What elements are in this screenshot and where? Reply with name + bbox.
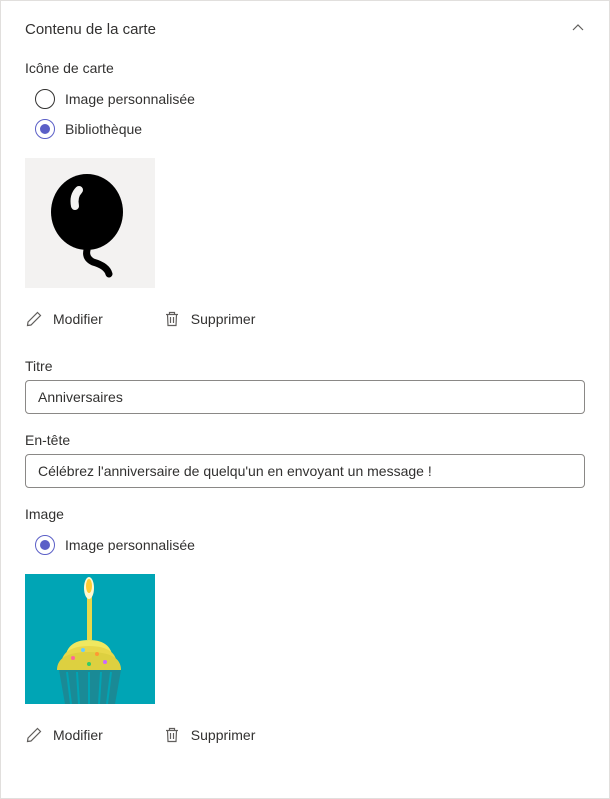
radio-circle-selected <box>35 119 55 139</box>
image-section: Image Image personnalisée <box>25 506 585 744</box>
image-label: Image <box>25 506 585 522</box>
pencil-icon <box>25 726 43 744</box>
radio-library[interactable]: Bibliothèque <box>35 114 585 144</box>
edit-icon-button[interactable]: Modifier <box>25 310 103 328</box>
card-content-panel: Contenu de la carte Icône de carte Image… <box>0 0 610 799</box>
radio-label-custom: Image personnalisée <box>65 91 195 107</box>
pencil-icon <box>25 310 43 328</box>
header-input[interactable] <box>25 454 585 488</box>
delete-image-button[interactable]: Supprimer <box>163 726 256 744</box>
panel-header: Contenu de la carte <box>25 21 585 38</box>
trash-icon <box>163 726 181 744</box>
title-label: Titre <box>25 358 585 374</box>
radio-circle <box>35 89 55 109</box>
balloon-icon <box>35 168 145 278</box>
image-preview <box>25 574 155 704</box>
title-field-group: Titre <box>25 358 585 414</box>
radio-label-library: Bibliothèque <box>65 121 142 137</box>
radio-dot <box>40 540 50 550</box>
edit-image-button[interactable]: Modifier <box>25 726 103 744</box>
card-icon-radio-group: Image personnalisée Bibliothèque <box>25 84 585 144</box>
delete-label: Supprimer <box>191 311 256 327</box>
radio-image-custom[interactable]: Image personnalisée <box>35 530 585 560</box>
cupcake-image <box>25 574 155 704</box>
image-radio-group: Image personnalisée <box>25 530 585 560</box>
title-input[interactable] <box>25 380 585 414</box>
card-icon-label: Icône de carte <box>25 60 585 76</box>
header-field-group: En-tête <box>25 432 585 488</box>
edit-label: Modifier <box>53 727 103 743</box>
header-label: En-tête <box>25 432 585 448</box>
panel-title: Contenu de la carte <box>25 21 156 38</box>
chevron-up-icon[interactable] <box>571 21 585 38</box>
icon-preview <box>25 158 155 288</box>
icon-action-row: Modifier Supprimer <box>25 310 585 328</box>
delete-icon-button[interactable]: Supprimer <box>163 310 256 328</box>
trash-icon <box>163 310 181 328</box>
radio-custom-image[interactable]: Image personnalisée <box>35 84 585 114</box>
edit-label: Modifier <box>53 311 103 327</box>
delete-label: Supprimer <box>191 727 256 743</box>
radio-label-image-custom: Image personnalisée <box>65 537 195 553</box>
radio-circle-selected <box>35 535 55 555</box>
radio-dot <box>40 124 50 134</box>
image-action-row: Modifier Supprimer <box>25 726 585 744</box>
